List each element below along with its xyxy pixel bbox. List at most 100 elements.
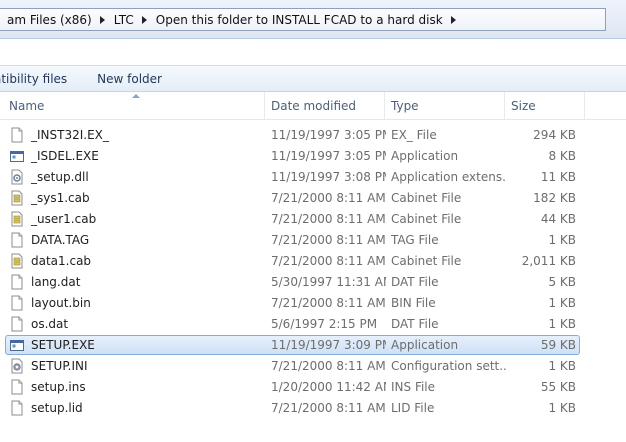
file-date-modified: 7/21/2000 8:11 AM — [271, 401, 386, 415]
column-header-label: Size — [511, 99, 536, 113]
file-type: Application — [391, 149, 459, 163]
column-header-name[interactable]: Name — [3, 92, 265, 119]
column-header-date[interactable]: Date modified — [265, 92, 385, 119]
file-size: 1 KB — [548, 233, 576, 247]
file-date-modified: 1/20/2000 11:42 AM — [271, 380, 386, 394]
breadcrumb-item[interactable]: LTC — [109, 13, 139, 27]
file-size: 182 KB — [533, 191, 576, 205]
breadcrumb-item[interactable]: am Files (x86) — [2, 13, 97, 27]
file-date-modified: 11/19/1997 3:08 PM — [271, 170, 386, 184]
column-header-type[interactable]: Type — [385, 92, 505, 119]
file-name: _INST32I.EX_ — [31, 128, 109, 142]
file-row[interactable]: lang.dat 5/30/1997 11:31 AM DAT File 5 KB — [0, 272, 626, 293]
file-row[interactable]: _ISDEL.EXE 11/19/1997 3:05 PM Application 8… — [0, 146, 626, 167]
chevron-right-icon[interactable] — [97, 14, 109, 26]
file-date-modified: 11/19/1997 3:09 PM — [271, 338, 386, 352]
file-size: 5 KB — [548, 275, 576, 289]
generic-file-icon — [9, 316, 25, 332]
file-size: 8 KB — [548, 149, 576, 163]
file-row[interactable]: os.dat 5/6/1997 2:15 PM DAT File 1 KB — [0, 314, 626, 335]
column-header-label: Date modified — [271, 99, 357, 113]
file-type: LID File — [391, 401, 435, 415]
file-date-modified: 7/21/2000 8:11 AM — [271, 233, 386, 247]
application-icon — [9, 148, 25, 164]
file-name: DATA.TAG — [31, 233, 90, 247]
file-type: TAG File — [391, 233, 439, 247]
file-name: _sys1.cab — [31, 191, 90, 205]
file-size: 294 KB — [533, 128, 576, 142]
breadcrumb-item[interactable]: Open this folder to INSTALL FCAD to a ha… — [151, 13, 448, 27]
file-date-modified: 11/19/1997 3:05 PM — [271, 149, 386, 163]
column-header-label: Name — [9, 99, 45, 113]
file-name: setup.lid — [31, 401, 83, 415]
file-type: EX_ File — [391, 128, 437, 142]
file-name: setup.ins — [31, 380, 86, 394]
file-name: _ISDEL.EXE — [31, 149, 99, 163]
chevron-right-icon[interactable] — [139, 14, 151, 26]
file-row[interactable]: data1.cab 7/21/2000 8:11 AM Cabinet File 2,… — [0, 251, 626, 272]
file-date-modified: 5/30/1997 11:31 AM — [271, 275, 386, 289]
file-type: Application — [391, 338, 459, 352]
file-size: 1 KB — [548, 317, 576, 331]
file-name: SETUP.EXE — [31, 338, 95, 352]
file-date-modified: 7/21/2000 8:11 AM — [271, 359, 386, 373]
settings-file-icon — [9, 358, 25, 374]
cabinet-icon — [9, 253, 25, 269]
address-bar: am Files (x86) LTC Open this folder to I… — [0, 0, 626, 39]
file-date-modified: 5/6/1997 2:15 PM — [271, 317, 378, 331]
file-row[interactable]: _INST32I.EX_ 11/19/1997 3:05 PM EX_ File 29… — [0, 125, 626, 146]
file-row[interactable]: SETUP.INI 7/21/2000 8:11 AM Configuration … — [0, 356, 626, 377]
file-row[interactable]: _sys1.cab 7/21/2000 8:11 AM Cabinet File 18… — [0, 188, 626, 209]
file-size: 1 KB — [548, 359, 576, 373]
file-type: INS File — [391, 380, 436, 394]
generic-file-icon — [9, 127, 25, 143]
file-size: 11 KB — [540, 170, 576, 184]
file-type: Cabinet File — [391, 191, 462, 205]
file-name: layout.bin — [31, 296, 91, 310]
file-name: lang.dat — [31, 275, 81, 289]
column-header-size[interactable]: Size — [505, 92, 585, 119]
file-size: 44 KB — [540, 212, 576, 226]
cabinet-icon — [9, 190, 25, 206]
file-type: Application extens... — [391, 170, 506, 184]
file-date-modified: 11/19/1997 3:05 PM — [271, 128, 386, 142]
file-name: data1.cab — [31, 254, 92, 268]
chevron-right-icon[interactable] — [448, 14, 460, 26]
generic-file-icon — [9, 274, 25, 290]
file-row[interactable]: SETUP.EXE 11/19/1997 3:09 PM Application 59… — [0, 335, 626, 356]
file-type: Configuration sett... — [391, 359, 506, 373]
generic-file-icon — [9, 232, 25, 248]
cabinet-icon — [9, 211, 25, 227]
file-row[interactable]: setup.ins 1/20/2000 11:42 AM INS File 55 KB — [0, 377, 626, 398]
file-row[interactable]: DATA.TAG 7/21/2000 8:11 AM TAG File 1 KB — [0, 230, 626, 251]
file-date-modified: 7/21/2000 8:11 AM — [271, 254, 386, 268]
file-date-modified: 7/21/2000 8:11 AM — [271, 212, 386, 226]
file-name: os.dat — [31, 317, 69, 331]
command-bar: atibility files New folder — [0, 39, 626, 92]
new-folder-button[interactable]: New folder — [82, 72, 177, 86]
file-type: Cabinet File — [391, 254, 462, 268]
generic-file-icon — [9, 295, 25, 311]
dll-icon — [9, 169, 25, 185]
file-size: 59 KB — [540, 338, 576, 352]
breadcrumb[interactable]: am Files (x86) LTC Open this folder to I… — [0, 8, 606, 31]
file-row[interactable]: layout.bin 7/21/2000 8:11 AM BIN File 1 KB — [0, 293, 626, 314]
file-size: 1 KB — [548, 401, 576, 415]
file-name: _user1.cab — [31, 212, 97, 226]
file-type: BIN File — [391, 296, 436, 310]
compatibility-files-button[interactable]: atibility files — [0, 72, 82, 86]
file-row[interactable]: setup.lid 7/21/2000 8:11 AM LID File 1 KB — [0, 398, 626, 419]
file-row[interactable]: _setup.dll 11/19/1997 3:08 PM Application … — [0, 167, 626, 188]
file-size: 2,011 KB — [521, 254, 576, 268]
file-row[interactable]: _user1.cab 7/21/2000 8:11 AM Cabinet File 4… — [0, 209, 626, 230]
file-name: _setup.dll — [31, 170, 89, 184]
file-type: DAT File — [391, 317, 439, 331]
file-size: 1 KB — [548, 296, 576, 310]
generic-file-icon — [9, 379, 25, 395]
application-icon — [9, 337, 25, 353]
column-header-label: Type — [391, 99, 419, 113]
column-header: Name Date modified Type Size — [0, 92, 626, 120]
sort-ascending-icon — [132, 94, 140, 98]
file-name: SETUP.INI — [31, 359, 88, 373]
file-date-modified: 7/21/2000 8:11 AM — [271, 296, 386, 310]
